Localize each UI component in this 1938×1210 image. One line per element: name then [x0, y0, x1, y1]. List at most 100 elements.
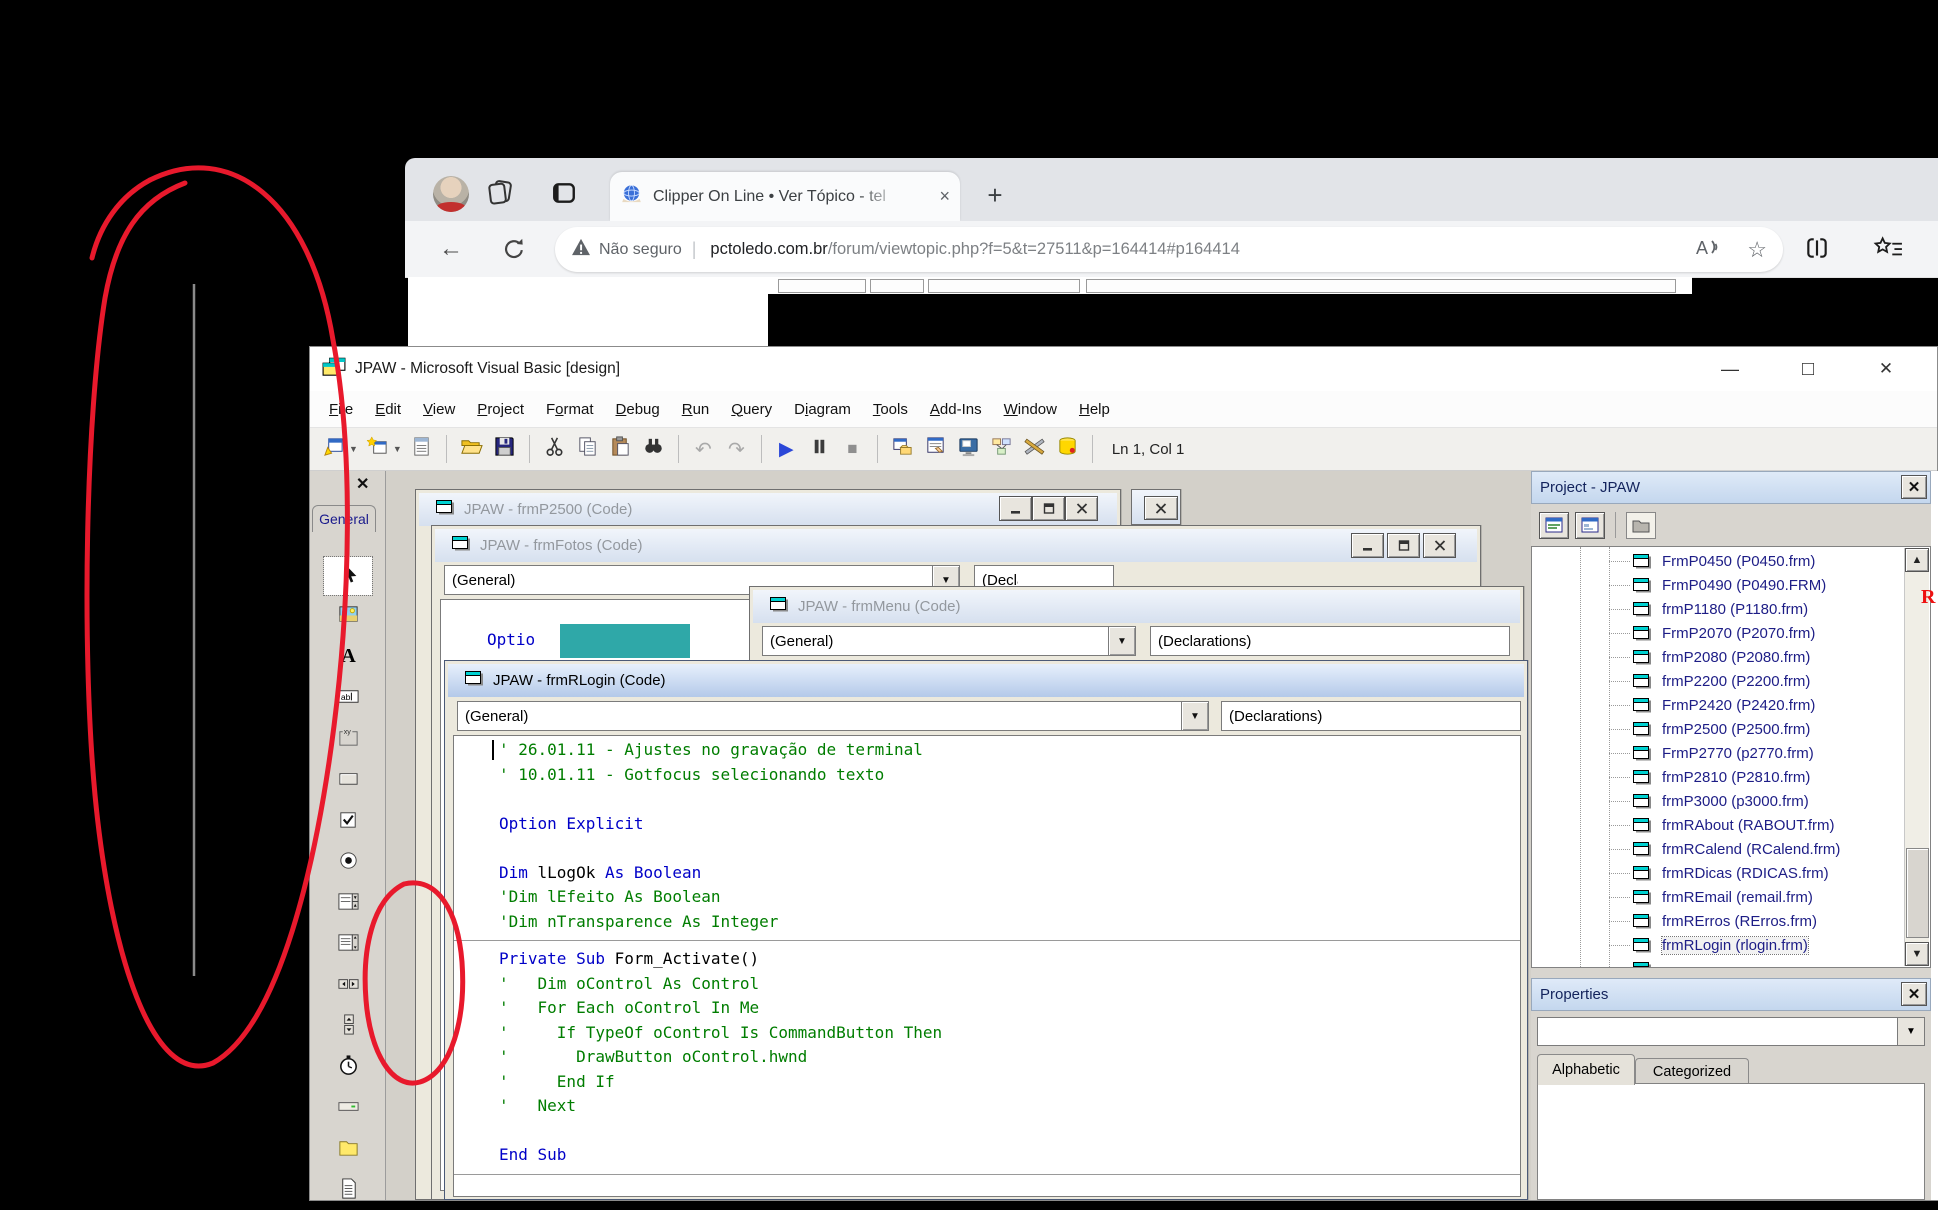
properties-list[interactable] [1537, 1083, 1925, 1200]
properties-panel-header[interactable]: Properties [1531, 978, 1931, 1011]
new-project-button[interactable] [320, 436, 347, 463]
project-tree-item[interactable]: frmP2080 (P2080.frm) [1532, 645, 1892, 669]
copy-button[interactable] [574, 436, 601, 463]
frmFotos-restore-button[interactable] [1387, 533, 1420, 558]
project-panel-header[interactable]: Project - JPAW [1531, 471, 1931, 504]
redo-button[interactable]: ↷ [723, 436, 750, 463]
frmFotos-minimize-button[interactable] [1351, 533, 1384, 558]
toolbox-tool-picturebox[interactable] [324, 598, 372, 636]
menu-project[interactable]: Project [466, 401, 535, 418]
maximize-button[interactable]: □ [1788, 355, 1828, 383]
menu-debug[interactable]: Debug [605, 401, 671, 418]
project-tree-item[interactable] [1532, 957, 1892, 968]
toolbox-tool-dirlistbox[interactable] [324, 1131, 372, 1169]
toolbox-tool-combobox[interactable] [324, 885, 372, 923]
fragment-close-button[interactable] [1144, 496, 1178, 520]
chevron-down-icon[interactable]: ▼ [1897, 1018, 1924, 1045]
tree-scrollbar[interactable]: ▲ ▼ [1904, 548, 1929, 966]
toolbox-close-icon[interactable]: ✕ [356, 474, 382, 498]
toolbox-tool-pointer[interactable] [324, 557, 372, 595]
frmRLogin-object-dropdown[interactable]: (General)▼ [457, 701, 1209, 731]
frmMenu-object-dropdown[interactable]: (General)▼ [762, 626, 1136, 656]
menu-add-ins[interactable]: Add-Ins [919, 401, 993, 418]
close-button[interactable]: ✕ [1866, 355, 1906, 383]
scrollbar-thumb[interactable] [1906, 848, 1929, 938]
project-tree-item[interactable]: frmRErros (RErros.frm) [1532, 909, 1892, 933]
save-button[interactable] [491, 436, 518, 463]
project-close-icon[interactable]: ✕ [1901, 475, 1927, 499]
menu-view[interactable]: View [412, 401, 466, 418]
toolbox-tool-filelistbox[interactable] [324, 1172, 372, 1210]
project-tree-item[interactable]: FrmP0490 (P0490.FRM) [1532, 573, 1892, 597]
undo-button[interactable]: ↶ [690, 436, 717, 463]
chevron-down-icon[interactable]: ▼ [393, 444, 402, 454]
toolbox-tool-listbox[interactable] [324, 926, 372, 964]
menu-window[interactable]: Window [993, 401, 1068, 418]
end-button[interactable]: ■ [839, 436, 866, 463]
menu-help[interactable]: Help [1068, 401, 1121, 418]
view-code-button[interactable] [1539, 512, 1569, 539]
frmFotos-close-button[interactable] [1423, 533, 1456, 558]
project-tree-item[interactable]: frmRDicas (RDICAS.frm) [1532, 861, 1892, 885]
workspaces-icon[interactable] [485, 178, 515, 208]
project-explorer-button[interactable] [889, 436, 916, 463]
project-tree-item[interactable]: frmP1180 (P1180.frm) [1532, 597, 1892, 621]
menu-tools[interactable]: Tools [862, 401, 919, 418]
toolbox-tool-checkbox[interactable] [324, 803, 372, 841]
tab-actions-icon[interactable] [551, 180, 577, 206]
menu-diagram[interactable]: Diagram [783, 401, 862, 418]
menu-run[interactable]: Run [671, 401, 721, 418]
view-object-button[interactable] [1575, 512, 1605, 539]
project-tree-item[interactable]: FrmP2070 (P2070.frm) [1532, 621, 1892, 645]
profile-avatar[interactable] [433, 176, 469, 212]
toggle-folders-button[interactable] [1626, 512, 1656, 539]
tab-alphabetic[interactable]: Alphabetic [1537, 1054, 1635, 1085]
refresh-button[interactable] [498, 233, 530, 265]
toolbox-tool-label[interactable]: A [324, 639, 372, 677]
project-tree-item[interactable]: FrmP2770 (p2770.frm) [1532, 741, 1892, 765]
data-view-button[interactable] [1054, 436, 1081, 463]
object-browser-button[interactable] [988, 436, 1015, 463]
favorite-star-icon[interactable]: ☆ [1747, 237, 1767, 263]
scroll-up-icon[interactable]: ▲ [1905, 548, 1929, 572]
menu-editor-button[interactable] [408, 436, 435, 463]
chevron-down-icon[interactable]: ▼ [1181, 702, 1208, 730]
read-aloud-icon[interactable]: A [1693, 234, 1725, 265]
properties-window-button[interactable] [922, 436, 949, 463]
project-tree-item[interactable]: frmRLogin (rlogin.frm) [1532, 933, 1892, 957]
paste-button[interactable] [607, 436, 634, 463]
project-tree-item[interactable]: frmP2200 (P2200.frm) [1532, 669, 1892, 693]
favorites-bar-icon[interactable] [1873, 235, 1903, 261]
form-layout-button[interactable] [955, 436, 982, 463]
frmFotos-title-bar[interactable]: JPAW - frmFotos (Code) [435, 529, 1477, 562]
menu-file[interactable]: File [318, 401, 364, 418]
cut-button[interactable] [541, 436, 568, 463]
find-button[interactable] [640, 436, 667, 463]
address-bar[interactable]: Não seguro | pctoledo.com.br/forum/viewt… [555, 227, 1783, 272]
chevron-down-icon[interactable]: ▼ [349, 444, 358, 454]
toolbox-button[interactable] [1021, 436, 1048, 463]
project-tree-item[interactable]: FrmP0450 (P0450.frm) [1532, 549, 1892, 573]
project-tree-item[interactable]: frmRCalend (RCalend.frm) [1532, 837, 1892, 861]
split-screen-icon[interactable] [1803, 235, 1831, 261]
toolbox-tool-frame[interactable]: xy [324, 721, 372, 759]
toolbox-tool-timer[interactable] [324, 1049, 372, 1087]
frmP2500-close-button[interactable] [1065, 496, 1098, 521]
toolbox-tool-hscrollbar[interactable] [324, 967, 372, 1005]
frmMenu-procedure-dropdown[interactable]: (Declarations) [1150, 626, 1510, 656]
project-tree-item[interactable]: frmP2500 (P2500.frm) [1532, 717, 1892, 741]
add-form-button[interactable] [364, 436, 391, 463]
start-button[interactable]: ▶ [773, 436, 800, 463]
properties-object-dropdown[interactable]: ▼ [1537, 1017, 1925, 1046]
project-tree-item[interactable]: frmP3000 (p3000.frm) [1532, 789, 1892, 813]
frmRLogin-procedure-dropdown[interactable]: (Declarations) [1221, 701, 1521, 731]
browser-tab[interactable]: Clipper On Line • Ver Tópico - tel × [610, 172, 960, 221]
frmMenu-title-bar[interactable]: JPAW - frmMenu (Code) [753, 590, 1520, 623]
frmP2500-minimize-button[interactable] [999, 496, 1032, 521]
toolbox-tool-vscrollbar[interactable] [324, 1008, 372, 1046]
frmP2500-restore-button[interactable] [1032, 496, 1065, 521]
project-tree-item[interactable]: FrmP2420 (P2420.frm) [1532, 693, 1892, 717]
open-button[interactable] [458, 436, 485, 463]
project-tree-item[interactable]: frmRAbout (RABOUT.frm) [1532, 813, 1892, 837]
toolbox-tool-textbox[interactable]: ab [324, 680, 372, 718]
